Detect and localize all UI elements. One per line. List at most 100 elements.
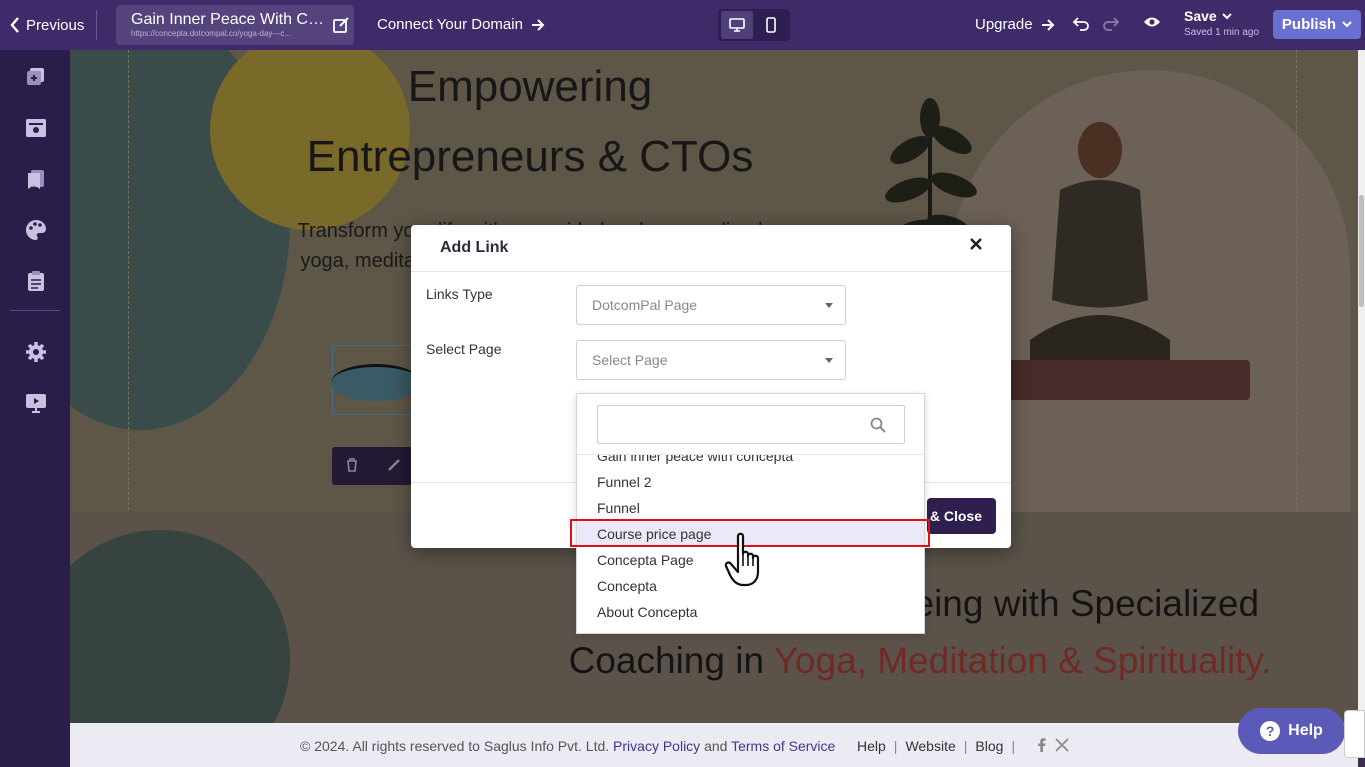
- terms-link[interactable]: Terms of Service: [731, 738, 835, 754]
- publish-button[interactable]: Publish: [1273, 10, 1361, 39]
- selected-image-element[interactable]: [331, 345, 422, 415]
- template-icon: [26, 119, 46, 137]
- yoga-mat: [1000, 360, 1250, 400]
- clipboard-icon: [28, 271, 44, 291]
- divider: [411, 271, 1011, 272]
- page-title-box[interactable]: Gain Inner Peace With Co... https://conc…: [116, 5, 354, 45]
- select-page-select[interactable]: Select Page: [576, 340, 846, 380]
- redo-icon[interactable]: [1102, 14, 1120, 32]
- palette-icon: [26, 220, 46, 240]
- saved-status: Saved 1 min ago: [1184, 27, 1260, 38]
- hand-pointer-icon: [724, 532, 760, 587]
- dropdown-option[interactable]: Gain inner peace with concepta: [577, 455, 924, 469]
- close-icon[interactable]: [969, 237, 983, 251]
- section-heading-text: Coaching in: [568, 640, 774, 681]
- footer-help-link[interactable]: Help: [857, 738, 886, 754]
- publish-label: Publish: [1281, 16, 1337, 33]
- previous-button[interactable]: Previous: [10, 12, 84, 38]
- element-toolbar: [332, 447, 412, 485]
- monitor-play-icon: [26, 394, 46, 413]
- sidebar-item-present[interactable]: [23, 390, 49, 416]
- privacy-policy-link[interactable]: Privacy Policy: [613, 738, 700, 754]
- edit-brush-icon[interactable]: [387, 458, 401, 472]
- page-dropdown: Gain inner peace with concepta Funnel 2 …: [576, 393, 925, 634]
- sidebar-item-theme[interactable]: [23, 217, 49, 243]
- dropdown-option[interactable]: About Concepta: [577, 599, 924, 625]
- meditating-person-illustration: [1030, 122, 1170, 360]
- gear-icon: [26, 342, 46, 362]
- modal-title: Add Link: [440, 239, 509, 256]
- page-url: https://concepta.dotcompal.co/yoga-day--…: [131, 29, 292, 38]
- x-twitter-icon[interactable]: [1055, 738, 1069, 752]
- footer-links: Help | Website | Blog |: [857, 738, 1023, 754]
- facebook-icon[interactable]: [1037, 738, 1047, 752]
- sidebar-item-forms[interactable]: [23, 268, 49, 294]
- guide-line: [128, 50, 129, 510]
- device-toggle: [718, 9, 790, 41]
- sidebar-item-templates[interactable]: [23, 115, 49, 141]
- save-label: Save: [1184, 8, 1217, 24]
- select-page-label: Select Page: [426, 341, 502, 357]
- links-type-select[interactable]: DotcomPal Page: [576, 285, 846, 325]
- chevron-down-icon: [1342, 21, 1352, 28]
- previous-label: Previous: [26, 16, 85, 34]
- upgrade-label: Upgrade: [975, 16, 1033, 33]
- sidebar-item-add-section[interactable]: [23, 64, 49, 90]
- section-heading-line: Coaching in Yoga, Meditation & Spiritual…: [510, 632, 1330, 689]
- footer-blog-link[interactable]: Blog: [975, 738, 1003, 754]
- page-title: Gain Inner Peace With Co...: [131, 11, 326, 28]
- section-heading-accent: Yoga, Meditation & Spirituality.: [773, 640, 1272, 681]
- undo-icon[interactable]: [1072, 14, 1090, 32]
- desktop-view-button[interactable]: [721, 11, 753, 39]
- save-close-button[interactable]: & Close: [927, 498, 996, 534]
- layers-plus-icon: [27, 68, 44, 85]
- sidebar: [0, 50, 70, 767]
- question-icon: ?: [1260, 721, 1281, 741]
- feedback-tab[interactable]: [1344, 710, 1365, 758]
- hero-heading-line: Entrepreneurs & CTOs: [306, 132, 754, 181]
- separator: |: [1011, 738, 1016, 754]
- caret-down-icon: [825, 303, 833, 308]
- bookmark-stack-icon: [28, 170, 44, 189]
- arrow-right-icon: [1041, 18, 1054, 31]
- footer: © 2024. All rights reserved to Saglus In…: [70, 723, 1358, 767]
- social-links: [1037, 738, 1069, 752]
- help-label: Help: [1288, 722, 1323, 739]
- footer-and: and: [700, 738, 732, 754]
- dropdown-search-input[interactable]: [597, 405, 905, 444]
- top-bar: Previous Gain Inner Peace With Co... htt…: [0, 0, 1365, 50]
- search-icon: [870, 417, 886, 433]
- mobile-view-button[interactable]: [755, 11, 787, 39]
- dropdown-option[interactable]: Funnel: [577, 495, 924, 521]
- edit-icon[interactable]: [332, 16, 350, 34]
- select-page-placeholder: Select Page: [592, 352, 668, 368]
- dropdown-option[interactable]: Funnel 2: [577, 469, 924, 495]
- connect-domain-button[interactable]: Connect Your Domain: [377, 16, 545, 33]
- trash-icon[interactable]: [346, 458, 358, 472]
- copyright-text: © 2024. All rights reserved to Saglus In…: [300, 738, 614, 754]
- mobile-icon: [766, 17, 776, 33]
- scrollbar-thumb[interactable]: [1359, 195, 1364, 307]
- hero-heading-line: Empowering: [407, 62, 653, 111]
- sidebar-item-saved[interactable]: [23, 166, 49, 192]
- upgrade-button[interactable]: Upgrade: [975, 16, 1055, 33]
- separator: |: [893, 738, 898, 754]
- preview-eye-icon[interactable]: [1143, 15, 1161, 29]
- sidebar-divider: [10, 310, 60, 311]
- page-scrollbar[interactable]: [1358, 50, 1365, 723]
- arrow-right-icon: [531, 18, 545, 31]
- caret-down-icon: [825, 358, 833, 363]
- help-button[interactable]: ? Help: [1238, 708, 1345, 754]
- sidebar-item-settings[interactable]: [23, 339, 49, 365]
- divider: [96, 10, 97, 40]
- hero-heading[interactable]: Empowering Entrepreneurs & CTOs: [260, 52, 800, 192]
- save-menu[interactable]: Save Saved 1 min ago: [1184, 8, 1259, 38]
- chevron-down-icon: [1221, 12, 1232, 19]
- guide-line: [1296, 50, 1297, 510]
- connect-domain-label: Connect Your Domain: [377, 16, 523, 33]
- footer-copyright: © 2024. All rights reserved to Saglus In…: [300, 738, 835, 754]
- separator: |: [963, 738, 968, 754]
- footer-website-link[interactable]: Website: [905, 738, 955, 754]
- chevron-left-icon: [10, 17, 19, 33]
- desktop-icon: [729, 18, 745, 32]
